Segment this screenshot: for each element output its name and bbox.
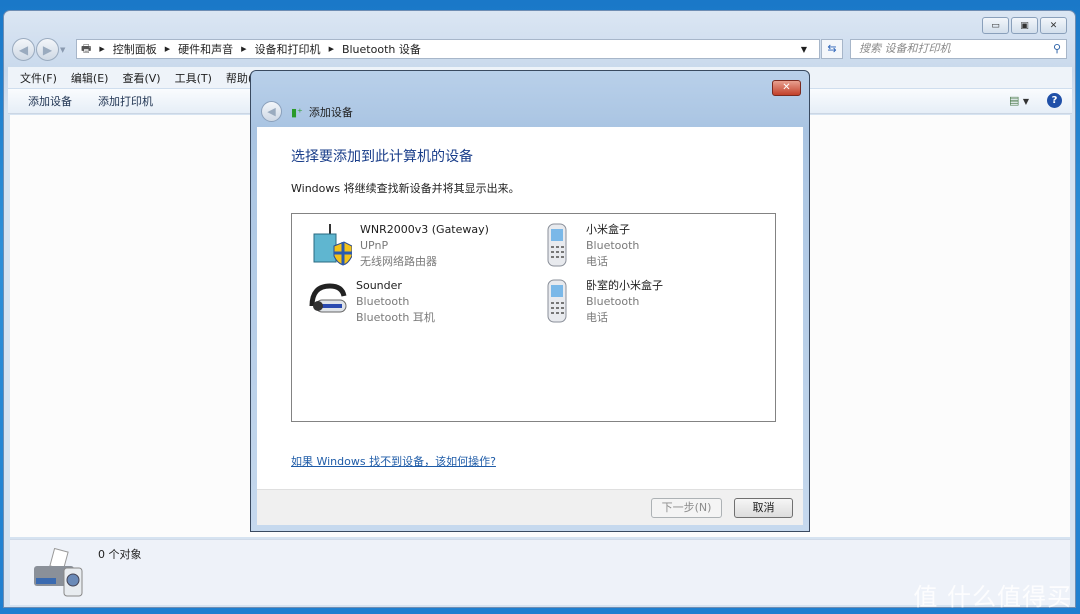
- menu-view[interactable]: 查看(V): [122, 70, 160, 86]
- device-protocol: Bluetooth: [586, 239, 640, 252]
- device-list: WNR2000v3 (Gateway) UPnP 无线网络路由器 小米盒子 Bluet…: [291, 213, 776, 422]
- chevron-right-icon[interactable]: ▶: [241, 45, 246, 53]
- history-dropdown-icon[interactable]: ▼: [60, 46, 65, 54]
- item-count: 0 个对象: [98, 548, 142, 561]
- device-name: Sounder: [356, 279, 402, 292]
- device-name: 小米盒子: [586, 223, 630, 236]
- cancel-button[interactable]: 取消: [734, 498, 793, 518]
- device-item[interactable]: 卧室的小米盒子 Bluetooth 电话: [536, 278, 663, 326]
- breadcrumb-item[interactable]: 控制面板: [113, 41, 157, 57]
- dialog-back-button[interactable]: ◀: [261, 101, 282, 122]
- view-options-icon[interactable]: ▤ ▼: [1009, 94, 1029, 107]
- address-dropdown-icon[interactable]: ▼: [801, 45, 807, 54]
- printer-icon: [34, 548, 83, 597]
- search-input[interactable]: 搜索 设备和打印机 ⚲: [850, 39, 1067, 59]
- devices-folder-icon: 🖶: [81, 41, 92, 55]
- breadcrumb-item[interactable]: Bluetooth 设备: [342, 41, 421, 57]
- breadcrumb-item[interactable]: 硬件和声音: [178, 41, 233, 57]
- phone-icon: [547, 279, 567, 323]
- dialog-title: 添加设备: [308, 106, 353, 119]
- device-name: WNR2000v3 (Gateway): [360, 223, 489, 236]
- device-protocol: Bluetooth: [586, 295, 640, 308]
- help-link[interactable]: 如果 Windows 找不到设备，该如何操作?: [291, 453, 496, 469]
- add-printer-button[interactable]: 添加打印机: [98, 93, 153, 109]
- menu-file[interactable]: 文件(F): [20, 70, 57, 86]
- minimize-button[interactable]: ▭: [982, 17, 1009, 34]
- details-pane: 0 个对象: [10, 539, 1070, 605]
- next-button[interactable]: 下一步(N): [651, 498, 722, 518]
- add-device-dialog: ✕ ◀ ▮⁺ 添加设备 选择要添加到此计算机的设备 Windows 将继续查找新设…: [250, 70, 810, 532]
- device-name: 卧室的小米盒子: [586, 279, 663, 292]
- device-type: 电话: [586, 311, 608, 324]
- chevron-right-icon[interactable]: ▶: [329, 45, 334, 53]
- device-item[interactable]: 小米盒子 Bluetooth 电话: [536, 222, 639, 270]
- close-button[interactable]: ✕: [1040, 17, 1067, 34]
- help-icon[interactable]: ?: [1047, 93, 1062, 108]
- maximize-button[interactable]: ▣: [1011, 17, 1038, 34]
- address-bar[interactable]: 🖶 ▶ 控制面板 ▶ 硬件和声音 ▶ 设备和打印机 ▶ Bluetooth 设备 ▼: [76, 39, 820, 59]
- dialog-close-button[interactable]: ✕: [772, 80, 801, 96]
- refresh-button[interactable]: ⇆: [821, 39, 843, 59]
- phone-icon: [547, 223, 567, 267]
- watermark-logo: 值 什么值得买: [913, 583, 1072, 611]
- menu-tools[interactable]: 工具(T): [175, 70, 212, 86]
- add-device-button[interactable]: 添加设备: [28, 93, 72, 109]
- forward-button[interactable]: ▶: [36, 38, 59, 61]
- search-icon[interactable]: ⚲: [1053, 40, 1061, 58]
- chevron-right-icon[interactable]: ▶: [165, 45, 170, 53]
- device-type: 电话: [586, 255, 608, 268]
- router-icon: [313, 224, 352, 266]
- add-device-icon: ▮⁺: [291, 105, 303, 119]
- device-type: 无线网络路由器: [360, 255, 437, 268]
- back-button[interactable]: ◀: [12, 38, 35, 61]
- device-protocol: UPnP: [360, 239, 389, 252]
- device-type: Bluetooth 耳机: [356, 311, 435, 324]
- headset-icon: [309, 283, 347, 313]
- dialog-heading: 选择要添加到此计算机的设备: [291, 149, 473, 165]
- chevron-right-icon[interactable]: ▶: [99, 45, 104, 53]
- menu-edit[interactable]: 编辑(E): [71, 70, 109, 86]
- device-item[interactable]: WNR2000v3 (Gateway) UPnP 无线网络路由器: [310, 222, 489, 270]
- search-placeholder: 搜索 设备和打印机: [859, 42, 951, 55]
- dialog-footer: 下一步(N) 取消: [257, 489, 803, 525]
- device-item[interactable]: Sounder Bluetooth Bluetooth 耳机: [306, 278, 435, 326]
- dialog-subtext: Windows 将继续查找新设备并将其显示出来。: [291, 182, 520, 195]
- device-protocol: Bluetooth: [356, 295, 410, 308]
- breadcrumb-item[interactable]: 设备和打印机: [255, 41, 321, 57]
